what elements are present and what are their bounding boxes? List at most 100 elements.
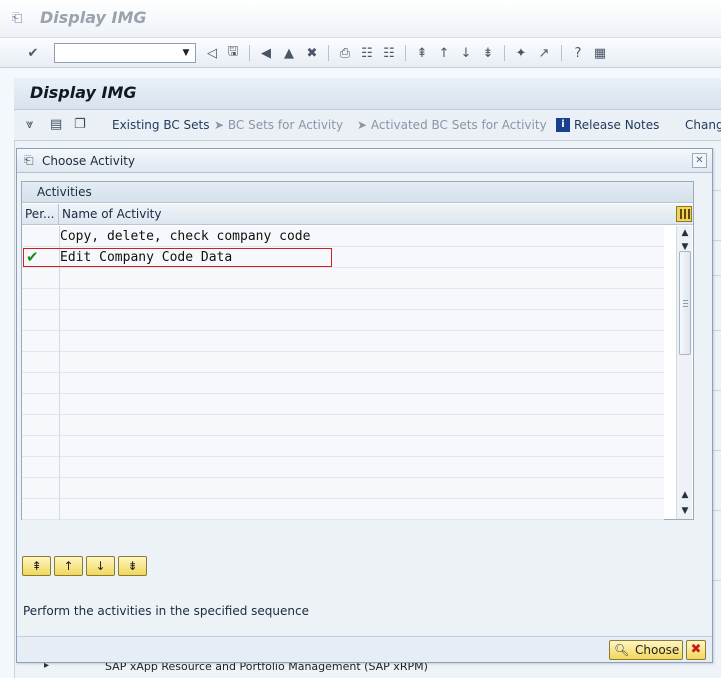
print-icon[interactable]: ⎙ bbox=[336, 44, 354, 62]
layout-menu-icon[interactable]: ▦ bbox=[591, 44, 609, 62]
table-row[interactable] bbox=[22, 331, 664, 352]
copy-icon[interactable]: ❐ bbox=[74, 117, 86, 132]
column-header-name[interactable]: Name of Activity bbox=[60, 204, 664, 225]
activity-name-cell[interactable] bbox=[60, 331, 664, 352]
table-row[interactable]: ✔ Edit Company Code Data bbox=[22, 247, 664, 268]
toolbar-separator bbox=[249, 45, 250, 61]
status-cell[interactable] bbox=[22, 394, 60, 415]
activity-name-cell[interactable] bbox=[60, 415, 664, 436]
create-session-icon[interactable]: ✦ bbox=[512, 44, 530, 62]
table-row[interactable] bbox=[22, 394, 664, 415]
table-header: Per... Name of Activity bbox=[22, 204, 693, 225]
help-icon[interactable]: ? bbox=[569, 44, 587, 62]
activity-name-cell[interactable] bbox=[60, 436, 664, 457]
activity-name-cell[interactable] bbox=[60, 352, 664, 373]
previous-page-icon[interactable]: ↑ bbox=[435, 44, 453, 62]
dialog-title: Choose Activity bbox=[42, 154, 135, 168]
exit-icon[interactable]: ⎗ bbox=[12, 11, 28, 27]
status-cell[interactable] bbox=[22, 415, 60, 436]
release-notes-button[interactable]: Release Notes bbox=[574, 118, 659, 132]
find-icon[interactable]: ☷ bbox=[358, 44, 376, 62]
column-header-performed[interactable]: Per... bbox=[22, 204, 59, 225]
first-page-icon[interactable]: ⇞ bbox=[413, 44, 431, 62]
find-next-icon[interactable]: ☷ bbox=[380, 44, 398, 62]
choose-button[interactable]: 🔍︎ Choose bbox=[609, 640, 683, 660]
background-divider bbox=[712, 240, 721, 241]
magnifier-icon: 🔍︎ bbox=[614, 643, 630, 657]
activities-table: Activities Per... Name of Activity Copy,… bbox=[21, 181, 694, 520]
back-icon[interactable]: ◀ bbox=[257, 44, 275, 62]
activity-name-cell[interactable] bbox=[60, 373, 664, 394]
scroll-up-icon[interactable]: ▲ bbox=[679, 226, 691, 240]
scrollbar-thumb[interactable] bbox=[679, 251, 691, 355]
table-row[interactable] bbox=[22, 457, 664, 478]
table-row[interactable]: Copy, delete, check company code bbox=[22, 226, 664, 247]
activity-name-cell[interactable] bbox=[60, 457, 664, 478]
scroll-up-icon[interactable]: ▲ bbox=[679, 488, 691, 502]
activated-bc-sets-label: Activated BC Sets for Activity bbox=[370, 118, 547, 132]
next-page-button[interactable]: ↓ bbox=[86, 556, 115, 576]
status-cell[interactable] bbox=[22, 226, 60, 247]
status-cell[interactable] bbox=[22, 457, 60, 478]
background-divider bbox=[712, 450, 721, 451]
table-row[interactable] bbox=[22, 373, 664, 394]
existing-bc-sets-button[interactable]: Existing BC Sets bbox=[112, 118, 210, 132]
activity-name-cell[interactable]: Copy, delete, check company code bbox=[60, 226, 664, 247]
table-row[interactable] bbox=[22, 289, 664, 310]
background-divider bbox=[712, 510, 721, 511]
status-cell[interactable] bbox=[22, 373, 60, 394]
activity-name-cell[interactable] bbox=[60, 478, 664, 499]
system-toolbar: ✔ ▼ ◁ 🖫 ◀ ▲ ✖ ⎙ ☷ ☷ ⇞ ↑ ↓ ⇟ ✦ ↗ ? ▦ bbox=[0, 38, 721, 68]
instruction-text: Perform the activities in the specified … bbox=[23, 604, 309, 618]
background-divider bbox=[712, 390, 721, 391]
status-cell[interactable] bbox=[22, 436, 60, 457]
activity-name-cell[interactable] bbox=[60, 268, 664, 289]
status-cell[interactable] bbox=[22, 331, 60, 352]
table-row[interactable] bbox=[22, 436, 664, 457]
activity-name-cell[interactable] bbox=[60, 499, 664, 520]
table-row[interactable] bbox=[22, 478, 664, 499]
table-row[interactable] bbox=[22, 352, 664, 373]
status-cell[interactable] bbox=[22, 289, 60, 310]
chevron-down-icon[interactable]: ▼ bbox=[179, 46, 193, 60]
scroll-down-icon[interactable]: ▼ bbox=[679, 504, 691, 518]
table-row[interactable] bbox=[22, 310, 664, 331]
bc-set-icon: ➤ bbox=[214, 118, 225, 132]
save-icon[interactable]: 🖫 bbox=[224, 44, 242, 62]
shortcut-icon[interactable]: ↗ bbox=[535, 44, 553, 62]
cancel-button[interactable]: ✖ bbox=[686, 640, 706, 660]
table-row[interactable] bbox=[22, 268, 664, 289]
activity-name-cell[interactable] bbox=[60, 310, 664, 331]
change-button[interactable]: Change bbox=[685, 118, 721, 132]
status-cell[interactable] bbox=[22, 310, 60, 331]
status-cell[interactable] bbox=[22, 499, 60, 520]
dialog-footer: 🔍︎ Choose ✖ bbox=[17, 636, 712, 662]
table-row[interactable] bbox=[22, 499, 664, 520]
cancel-icon[interactable]: ✖ bbox=[303, 44, 321, 62]
status-cell[interactable] bbox=[22, 352, 60, 373]
last-page-button[interactable]: ⇟ bbox=[118, 556, 147, 576]
previous-page-button[interactable]: ↑ bbox=[54, 556, 83, 576]
status-cell[interactable] bbox=[22, 478, 60, 499]
table-icon[interactable]: ▤ bbox=[50, 117, 62, 132]
close-icon[interactable]: ✕ bbox=[692, 153, 707, 168]
column-settings-icon[interactable] bbox=[676, 206, 692, 222]
info-icon: i bbox=[556, 118, 570, 132]
last-page-icon[interactable]: ⇟ bbox=[479, 44, 497, 62]
page-title: Display IMG bbox=[30, 83, 137, 102]
first-page-button[interactable]: ⇞ bbox=[22, 556, 51, 576]
table-row[interactable] bbox=[22, 415, 664, 436]
next-page-icon[interactable]: ↓ bbox=[457, 44, 475, 62]
activity-name-cell[interactable] bbox=[60, 394, 664, 415]
activity-name-cell[interactable] bbox=[60, 289, 664, 310]
vertical-scrollbar[interactable]: ▲ ▼ ▲ ▼ bbox=[676, 226, 692, 519]
enter-icon[interactable]: ✔ bbox=[24, 44, 42, 62]
exit-icon[interactable]: ▲ bbox=[280, 44, 298, 62]
filter-icon[interactable]: ⩔ bbox=[26, 117, 33, 132]
bc-sets-for-activity-button[interactable]: ➤ BC Sets for Activity bbox=[214, 118, 343, 132]
activated-bc-sets-button[interactable]: ➤ Activated BC Sets for Activity bbox=[357, 118, 547, 132]
status-cell[interactable] bbox=[22, 268, 60, 289]
command-field[interactable]: ▼ bbox=[54, 43, 196, 63]
background-divider bbox=[712, 580, 721, 581]
triangle-left-icon[interactable]: ◁ bbox=[203, 44, 221, 62]
